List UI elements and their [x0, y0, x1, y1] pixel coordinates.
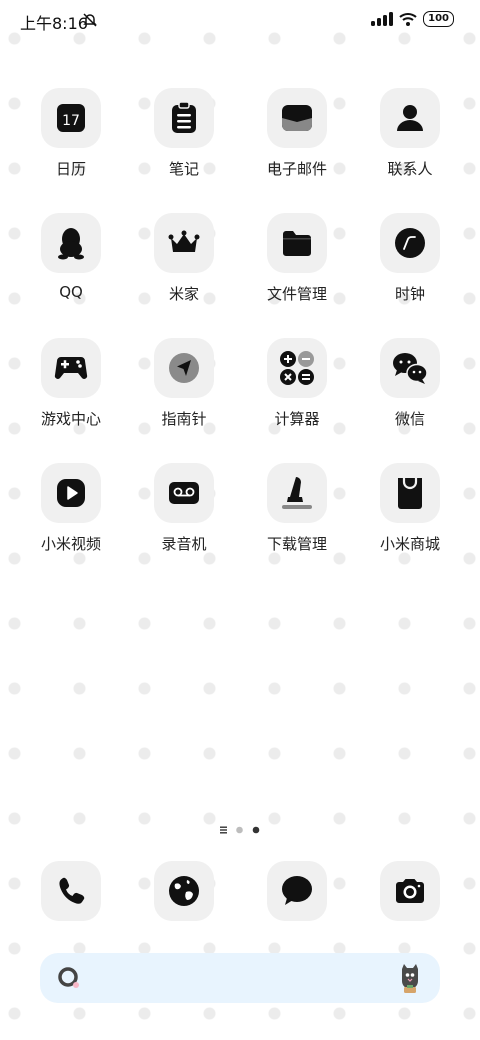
app-tile[interactable] [41, 338, 101, 398]
contacts-icon [397, 105, 423, 131]
phone-icon [59, 877, 85, 904]
app-label: 微信 [394, 410, 425, 428]
page-dot-2 [236, 826, 243, 834]
app-qq[interactable]: QQ [21, 213, 121, 301]
status-time: 上午8:16 [20, 14, 88, 33]
app-tile[interactable] [267, 88, 327, 148]
folder-icon [283, 231, 311, 256]
email-icon [282, 105, 312, 131]
app-tile[interactable] [267, 213, 327, 273]
app-compass[interactable]: 指南针 [134, 338, 234, 429]
wechat-icon [393, 353, 428, 384]
app-tile[interactable] [41, 213, 101, 273]
camera-icon [396, 879, 424, 903]
app-label: QQ [59, 283, 83, 301]
app-label: 时钟 [394, 285, 425, 303]
app-contacts[interactable]: 联系人 [360, 88, 460, 179]
mascot-icon[interactable] [398, 961, 422, 995]
app-tile[interactable] [380, 463, 440, 523]
compass-icon [169, 353, 199, 383]
calendar-date-text: 17 [62, 113, 80, 129]
video-play-icon [57, 479, 85, 507]
clock-icon [395, 228, 425, 258]
app-label: 电子邮件 [266, 160, 327, 178]
signal-icon [371, 12, 394, 26]
app-label: 计算器 [274, 410, 320, 428]
app-tile[interactable] [267, 463, 327, 523]
dock-browser[interactable] [154, 861, 214, 921]
do-not-disturb-icon [83, 13, 97, 27]
app-tile[interactable] [380, 338, 440, 398]
search-icon [58, 967, 79, 988]
app-wechat[interactable]: 微信 [360, 338, 460, 429]
app-tile[interactable]: 17 [41, 88, 101, 148]
search-bar[interactable] [40, 953, 440, 1003]
gamepad-icon [54, 357, 88, 379]
app-label: 游戏中心 [40, 410, 101, 428]
app-tile[interactable] [154, 88, 214, 148]
notes-icon [172, 101, 196, 133]
app-tile[interactable] [154, 338, 214, 398]
message-bubble-icon [282, 876, 312, 905]
app-tile[interactable] [154, 463, 214, 523]
app-tile[interactable] [41, 463, 101, 523]
shopping-bag-icon [398, 478, 422, 509]
app-download-manager[interactable]: 下载管理 [247, 463, 347, 554]
app-tile[interactable] [380, 88, 440, 148]
app-file-manager[interactable]: 文件管理 [247, 213, 347, 304]
app-label: 下载管理 [266, 535, 327, 553]
download-icon [282, 477, 312, 509]
app-mi-video[interactable]: 小米视频 [21, 463, 121, 554]
app-label: 小米商城 [379, 535, 440, 553]
app-mi-store[interactable]: 小米商城 [360, 463, 460, 554]
app-label: 指南针 [161, 410, 207, 428]
battery-indicator: 100 [423, 11, 454, 27]
app-notes[interactable]: 笔记 [134, 88, 234, 179]
app-label: 文件管理 [266, 285, 327, 303]
recorder-icon [169, 482, 199, 504]
page-indicator-list-icon [220, 826, 227, 834]
app-label: 米家 [168, 285, 199, 303]
app-label: 日历 [55, 160, 86, 178]
app-tile[interactable] [380, 213, 440, 273]
qq-penguin-icon [58, 228, 84, 260]
status-bar: 上午8:16 100 [0, 0, 480, 42]
app-clock[interactable]: 时钟 [360, 213, 460, 304]
calculator-icon [280, 351, 314, 385]
app-email[interactable]: 电子邮件 [247, 88, 347, 179]
app-mijia[interactable]: 米家 [134, 213, 234, 304]
dock-phone[interactable] [41, 861, 101, 921]
crown-icon [168, 230, 200, 252]
app-tile[interactable] [154, 213, 214, 273]
app-game-center[interactable]: 游戏中心 [21, 338, 121, 429]
app-label: 笔记 [168, 160, 199, 178]
page-dot-current [252, 826, 260, 834]
dock-messages[interactable] [267, 861, 327, 921]
page-indicator[interactable] [220, 825, 260, 835]
app-tile[interactable] [267, 338, 327, 398]
app-label: 联系人 [387, 160, 433, 178]
app-calendar[interactable]: 17 日历 [21, 88, 121, 179]
app-calculator[interactable]: 计算器 [247, 338, 347, 429]
app-label: 小米视频 [40, 535, 101, 553]
browser-globe-icon [169, 876, 199, 906]
app-recorder[interactable]: 录音机 [134, 463, 234, 554]
dock-camera[interactable] [380, 861, 440, 921]
wifi-icon [399, 13, 417, 26]
calendar-icon: 17 [57, 104, 85, 132]
app-label: 录音机 [161, 535, 207, 553]
